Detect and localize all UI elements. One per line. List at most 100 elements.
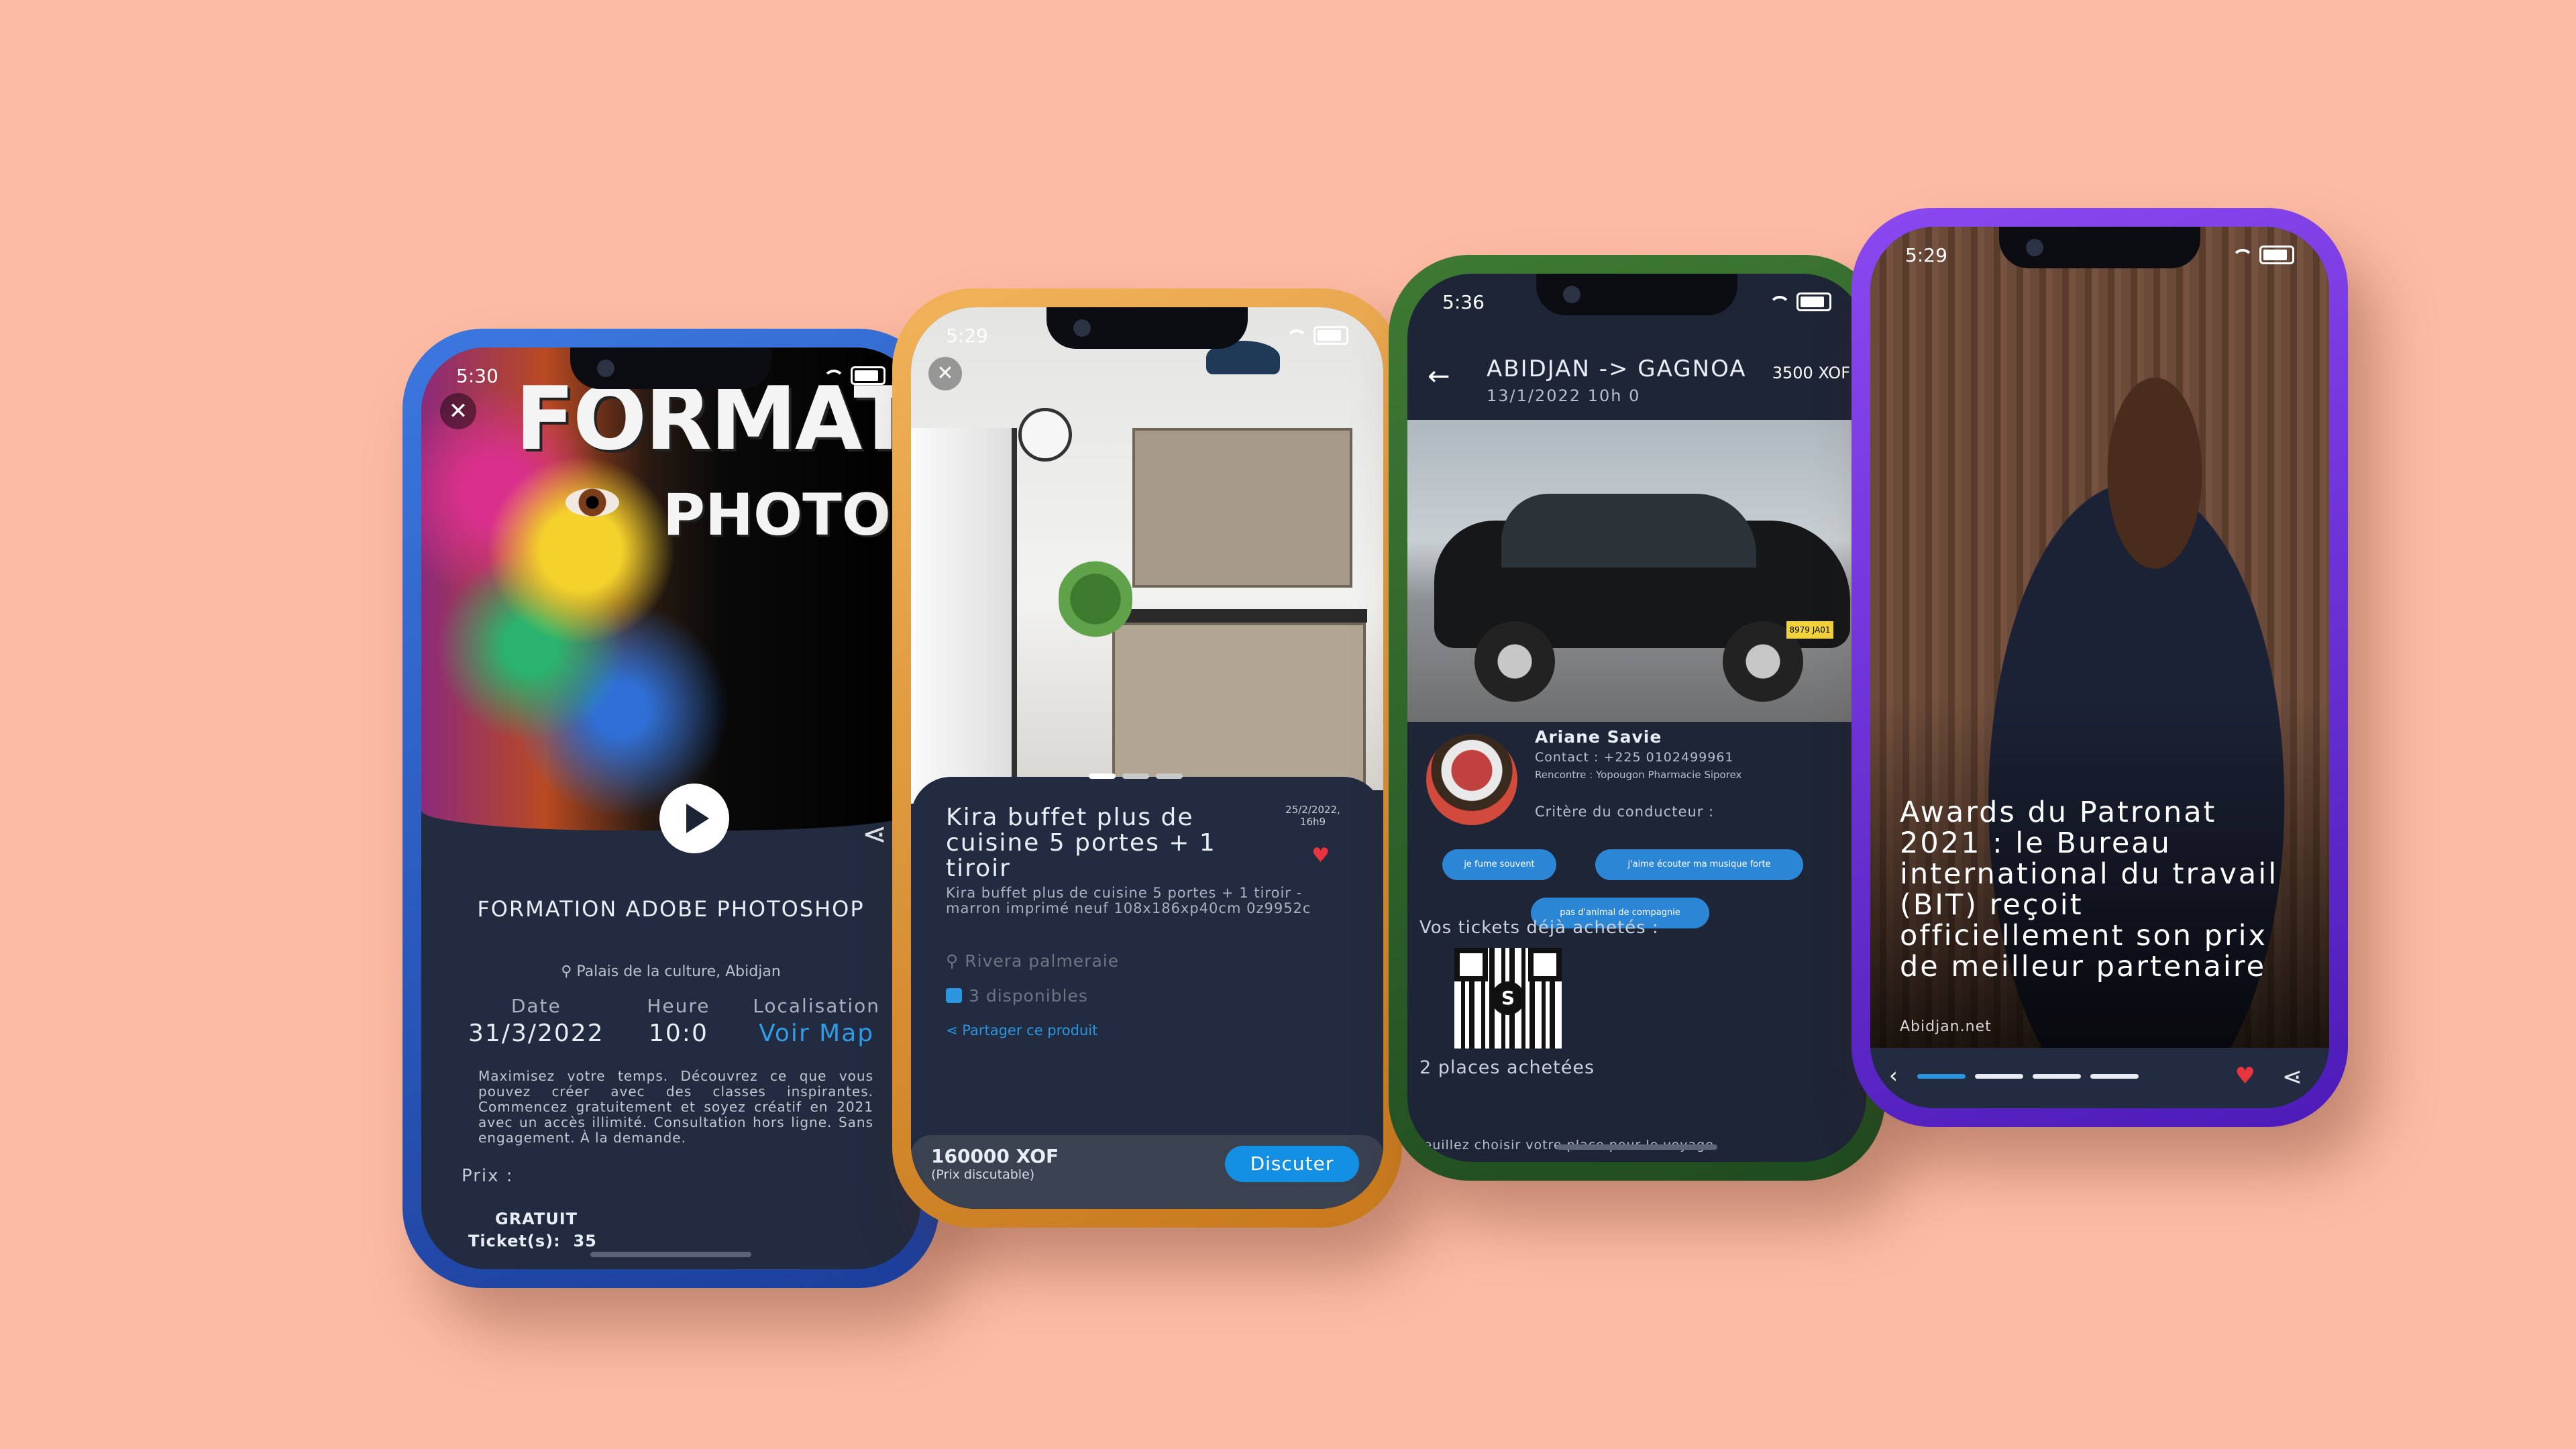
news-source: Abidjan.net <box>1900 1018 1992 1035</box>
product-availability: 3 disponibles <box>946 986 1088 1006</box>
view-map-link[interactable]: Voir Map <box>753 1020 880 1047</box>
event-banner-image: FORMAT PHOTOSH <box>421 347 920 830</box>
close-icon[interactable]: ✕ <box>440 393 476 429</box>
screen-trip: 5:36 ← ABIDJAN -> GAGNOA 13/1/2022 10h 0… <box>1407 274 1866 1162</box>
meeting-point: Rencontre : Yopougon Pharmacie Siporex <box>1535 769 1742 781</box>
share-product-label: Partager ce produit <box>962 1022 1098 1038</box>
status-bar: 5:30 <box>456 362 885 389</box>
status-time: 5:29 <box>1905 244 1947 266</box>
trip-price: 3500 XOF <box>1772 364 1850 382</box>
hour-value: 10:0 <box>649 1020 708 1047</box>
share-icon[interactable]: ⋖ <box>2282 1063 2302 1091</box>
home-indicator <box>590 1252 751 1257</box>
location-label: Localisation <box>753 995 880 1017</box>
event-place: ⚲ Palais de la culture, Abidjan <box>421 963 920 980</box>
product-price: 160000 XOF <box>931 1145 1059 1167</box>
phone-product-detail: 5:29 ✕ Kira buffet plus de cuisine 5 por… <box>892 288 1402 1228</box>
status-time: 5:30 <box>456 364 498 387</box>
battery-icon <box>2259 246 2294 264</box>
criteria-chip: j'aime écouter ma musique forte <box>1595 849 1803 880</box>
product-location: ⚲ Rivera palmeraie <box>946 951 1119 971</box>
event-description: Maximisez votre temps. Découvrez ce que … <box>478 1068 873 1146</box>
product-date: 25/2/2022, 16h9 <box>1285 804 1340 828</box>
mockup-stage: 5:30 FORMAT PHOTOSH ✕ ⋖ FORMATION ADOBE … <box>0 0 2576 1449</box>
home-indicator <box>1556 1144 1717 1150</box>
availability-text: 3 disponibles <box>969 986 1088 1006</box>
product-title: Kira buffet plus de cuisine 5 portes + 1… <box>946 804 1216 882</box>
trip-route: ABIDJAN -> GAGNOA <box>1487 356 1747 382</box>
story-bar: ‹ ♥ ⋖ <box>1870 1048 2329 1108</box>
wifi-icon <box>821 368 845 383</box>
chevron-left-icon[interactable]: ‹ <box>1889 1063 1898 1088</box>
discuss-button[interactable]: Discuter <box>1225 1146 1359 1182</box>
driver-criteria-label: Critère du conducteur : <box>1535 804 1715 820</box>
screen-product: 5:29 ✕ Kira buffet plus de cuisine 5 por… <box>911 307 1383 1209</box>
event-title: FORMATION ADOBE PHOTOSHOP <box>477 896 865 922</box>
trip-header: ← ABIDJAN -> GAGNOA 13/1/2022 10h 0 3500… <box>1407 321 1866 421</box>
qr-logo: S <box>1491 981 1525 1015</box>
share-icon[interactable]: ⋖ <box>862 817 887 851</box>
pin-icon: ⚲ <box>561 963 577 980</box>
event-info-row: Date 31/3/2022 Heure 10:0 Localisation V… <box>468 995 880 1047</box>
screen-event: 5:30 FORMAT PHOTOSH ✕ ⋖ FORMATION ADOBE … <box>421 347 920 1269</box>
product-photo <box>911 307 1383 804</box>
car-window-graphic <box>1501 494 1756 568</box>
product-subtitle: Kira buffet plus de cuisine 5 portes + 1… <box>946 885 1311 916</box>
story-progress <box>1917 1074 2139 1079</box>
play-button[interactable] <box>659 784 729 853</box>
tickets-count: Ticket(s): 35 <box>468 1232 597 1250</box>
share-icon: ⋖ <box>946 1022 963 1038</box>
hour-column: Heure 10:0 <box>647 995 710 1047</box>
status-time: 5:29 <box>946 324 988 347</box>
status-bar: 5:29 <box>1905 241 2294 268</box>
status-time: 5:36 <box>1442 290 1485 313</box>
share-product-link[interactable]: ⋖ Partager ce produit <box>946 1022 1097 1038</box>
event-place-text: Palais de la culture, Abidjan <box>576 963 781 980</box>
battery-icon <box>851 366 885 385</box>
bag-icon <box>946 988 962 1003</box>
battery-icon <box>1796 292 1831 311</box>
back-arrow-icon[interactable]: ← <box>1428 361 1450 392</box>
status-bar: 5:36 <box>1442 288 1831 315</box>
purchased-tickets-label: Vos tickets déjà achetés : <box>1419 918 1659 938</box>
close-icon[interactable]: ✕ <box>928 357 962 390</box>
driver-contact: Contact : +225 0102499961 <box>1535 750 1734 765</box>
price-value: GRATUIT <box>495 1210 578 1228</box>
car-photo: 8979 JA01 <box>1407 420 1866 722</box>
pin-icon: ⚲ <box>946 951 965 971</box>
banner-text-line2: PHOTOSH <box>663 482 920 549</box>
wifi-icon <box>1284 328 1307 343</box>
price-label: Prix : <box>462 1166 514 1186</box>
driver-avatar <box>1426 734 1517 825</box>
driver-name: Ariane Savie <box>1535 727 1662 747</box>
cabinet-top-graphic <box>1132 428 1352 588</box>
tickets-value: 35 <box>573 1232 597 1250</box>
car-wheel-graphic <box>1474 621 1555 702</box>
product-location-text: Rivera palmeraie <box>965 951 1120 971</box>
status-bar: 5:29 <box>946 322 1348 349</box>
heart-icon[interactable]: ♥ <box>2235 1063 2255 1089</box>
wifi-icon <box>1767 294 1790 309</box>
ticket-qr-code[interactable]: S <box>1454 948 1562 1049</box>
clock-graphic <box>1018 408 1072 462</box>
tickets-label: Ticket(s): <box>468 1232 561 1250</box>
news-headline[interactable]: Awards du Patronat 2021 : le Bureau inte… <box>1900 797 2289 982</box>
plant-graphic <box>1059 549 1132 649</box>
price-note: (Prix discutable) <box>931 1167 1035 1182</box>
wifi-icon <box>2230 248 2253 262</box>
phone-event-detail: 5:30 FORMAT PHOTOSH ✕ ⋖ FORMATION ADOBE … <box>402 329 939 1288</box>
window-graphic <box>911 428 1017 804</box>
location-column: Localisation Voir Map <box>753 995 880 1047</box>
carousel-dots[interactable] <box>1089 773 1183 779</box>
battery-icon <box>1313 326 1348 345</box>
hour-label: Heure <box>647 995 710 1017</box>
license-plate: 8979 JA01 <box>1786 621 1833 639</box>
date-label: Date <box>511 995 561 1017</box>
screen-news: 5:29 Awards du Patronat 2021 : le Bureau… <box>1870 227 2329 1108</box>
heart-icon[interactable]: ♥ <box>1311 844 1330 867</box>
eye-graphic <box>566 488 619 517</box>
counter-graphic <box>1106 609 1367 623</box>
date-column: Date 31/3/2022 <box>468 995 604 1047</box>
phone-trip-detail: 5:36 ← ABIDJAN -> GAGNOA 13/1/2022 10h 0… <box>1389 255 1885 1181</box>
trip-datetime: 13/1/2022 10h 0 <box>1487 386 1641 405</box>
